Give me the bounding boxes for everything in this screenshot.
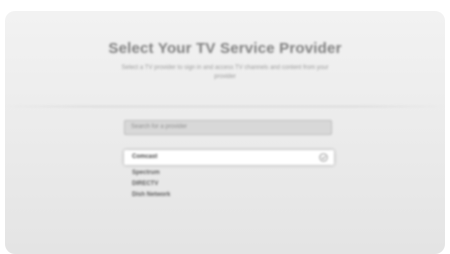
provider-label: DIRECTV (132, 181, 159, 187)
provider-item-comcast[interactable]: Comcast (124, 150, 334, 165)
search-input[interactable]: Search for a provider (124, 120, 332, 135)
provider-item-dish-network[interactable]: Dish Network (124, 190, 334, 201)
content-layer: Select Your TV Service Provider Select a… (5, 11, 445, 254)
screen: Select Your TV Service Provider Select a… (5, 11, 445, 254)
provider-label: Spectrum (132, 170, 160, 176)
provider-item-directv[interactable]: DIRECTV (124, 179, 334, 190)
check-circle-icon (319, 153, 328, 162)
provider-label: Comcast (132, 154, 158, 160)
divider (5, 106, 445, 107)
provider-label: Dish Network (132, 192, 171, 198)
page-title: Select Your TV Service Provider (108, 40, 342, 57)
provider-list: Comcast Spectrum DIRECTV Dish Network (124, 150, 334, 201)
provider-item-spectrum[interactable]: Spectrum (124, 168, 334, 179)
page-subtitle: Select a TV provider to sign in and acce… (121, 65, 329, 80)
